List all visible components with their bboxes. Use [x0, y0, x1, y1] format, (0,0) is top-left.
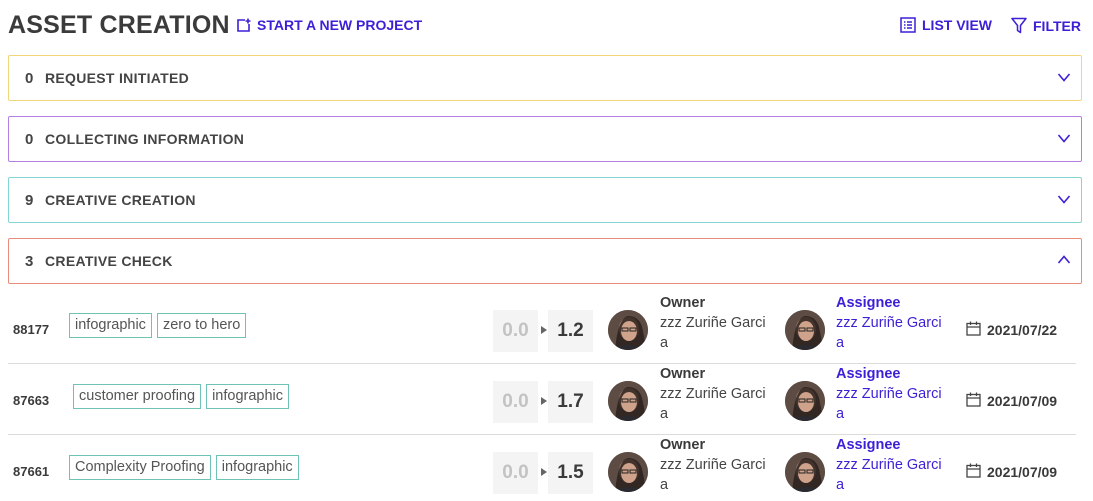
assignee-avatar: [785, 381, 825, 421]
version-to: 1.5: [548, 452, 593, 494]
chevron-up-icon[interactable]: [1057, 253, 1071, 272]
assignee-name[interactable]: zzz Zuriñe Garcia: [836, 455, 948, 495]
table-row[interactable]: 88177 infographic zero to hero 0.0 1.2 O…: [8, 293, 1076, 364]
tag-list: infographic zero to hero: [69, 313, 247, 338]
table-row[interactable]: 87663 customer proofing infographic 0.0 …: [8, 364, 1076, 435]
group-count: 9: [25, 191, 34, 209]
group-count: 3: [25, 252, 34, 270]
version-arrow-icon: [541, 326, 547, 334]
assignee-label[interactable]: Assignee: [836, 435, 954, 455]
due-date-value: 2021/07/09: [987, 464, 1058, 480]
tag-list: customer proofing infographic: [69, 384, 289, 409]
filter-button[interactable]: FILTER: [1011, 17, 1081, 34]
tag[interactable]: Complexity Proofing: [69, 455, 211, 480]
tag[interactable]: customer proofing: [73, 384, 202, 409]
group-label: CREATIVE CHECK: [45, 253, 173, 269]
page-title: ASSET CREATION: [8, 11, 230, 39]
tag[interactable]: infographic: [69, 313, 152, 338]
chevron-down-icon[interactable]: [1057, 131, 1071, 150]
owner-avatar: [608, 381, 648, 421]
due-date-value: 2021/07/09: [987, 393, 1058, 409]
assignee-label[interactable]: Assignee: [836, 293, 954, 313]
filter-icon: [1011, 17, 1027, 34]
owner-info: Owner zzz Zuriñe Garcia: [660, 364, 778, 424]
group-label: CREATIVE CREATION: [45, 192, 196, 208]
owner-name: zzz Zuriñe Garcia: [660, 457, 766, 493]
version-arrow-icon: [541, 397, 547, 405]
tag[interactable]: infographic: [206, 384, 289, 409]
owner-avatar: [608, 310, 648, 350]
version-from: 0.0: [493, 452, 538, 494]
group-collecting-information[interactable]: 0 COLLECTING INFORMATION: [8, 116, 1082, 162]
owner-info: Owner zzz Zuriñe Garcia: [660, 293, 778, 353]
start-new-project-label: START A NEW PROJECT: [257, 17, 423, 33]
new-project-icon: [236, 18, 251, 33]
group-creative-creation[interactable]: 9 CREATIVE CREATION: [8, 177, 1082, 223]
owner-name: zzz Zuriñe Garcia: [660, 386, 766, 422]
start-new-project-button[interactable]: START A NEW PROJECT: [236, 17, 422, 33]
version-from: 0.0: [493, 310, 538, 352]
owner-label: Owner: [660, 366, 706, 382]
chevron-down-icon[interactable]: [1057, 70, 1071, 89]
group-label: COLLECTING INFORMATION: [45, 131, 245, 147]
project-id: 87661: [13, 464, 50, 479]
version-to: 1.2: [548, 310, 593, 352]
assignee-label[interactable]: Assignee: [836, 364, 954, 384]
due-date: 2021/07/22: [966, 321, 1057, 339]
project-id: 87663: [13, 393, 50, 408]
filter-label: FILTER: [1033, 17, 1081, 34]
calendar-icon: [966, 321, 981, 339]
owner-info: Owner zzz Zuriñe Garcia: [660, 435, 778, 495]
list-view-label: LIST VIEW: [922, 17, 992, 33]
owner-label: Owner: [660, 295, 706, 311]
table-row[interactable]: 87661 Complexity Proofing infographic 0.…: [8, 435, 1076, 501]
assignee-avatar: [785, 310, 825, 350]
group-count: 0: [25, 69, 34, 87]
owner-name: zzz Zuriñe Garcia: [660, 315, 766, 351]
group-count: 0: [25, 130, 34, 148]
group-creative-check[interactable]: 3 CREATIVE CHECK: [8, 238, 1082, 284]
version-to: 1.7: [548, 381, 593, 423]
owner-avatar: [608, 452, 648, 492]
group-label: REQUEST INITIATED: [45, 70, 190, 86]
page-header: ASSET CREATION START A NEW PROJECT LIST …: [8, 10, 1086, 42]
version-from: 0.0: [493, 381, 538, 423]
version-arrow-icon: [541, 468, 547, 476]
owner-label: Owner: [660, 437, 706, 453]
tag[interactable]: infographic: [215, 455, 299, 480]
due-date-value: 2021/07/22: [987, 322, 1058, 338]
due-date: 2021/07/09: [966, 463, 1057, 481]
list-view-icon: [900, 17, 916, 33]
chevron-down-icon[interactable]: [1057, 192, 1071, 211]
calendar-icon: [966, 463, 981, 481]
tag-list: Complexity Proofing infographic: [69, 455, 299, 480]
assignee-name[interactable]: zzz Zuriñe Garcia: [836, 384, 948, 424]
assignee-info[interactable]: Assignee zzz Zuriñe Garcia: [836, 293, 954, 353]
assignee-name[interactable]: zzz Zuriñe Garcia: [836, 313, 948, 353]
group-request-initiated[interactable]: 0 REQUEST INITIATED: [8, 55, 1082, 101]
project-id: 88177: [13, 322, 50, 337]
calendar-icon: [966, 392, 981, 410]
assignee-info[interactable]: Assignee zzz Zuriñe Garcia: [836, 364, 954, 424]
due-date: 2021/07/09: [966, 392, 1057, 410]
tag[interactable]: zero to hero: [156, 313, 247, 338]
assignee-avatar: [785, 452, 825, 492]
list-view-button[interactable]: LIST VIEW: [900, 17, 992, 33]
assignee-info[interactable]: Assignee zzz Zuriñe Garcia: [836, 435, 954, 495]
